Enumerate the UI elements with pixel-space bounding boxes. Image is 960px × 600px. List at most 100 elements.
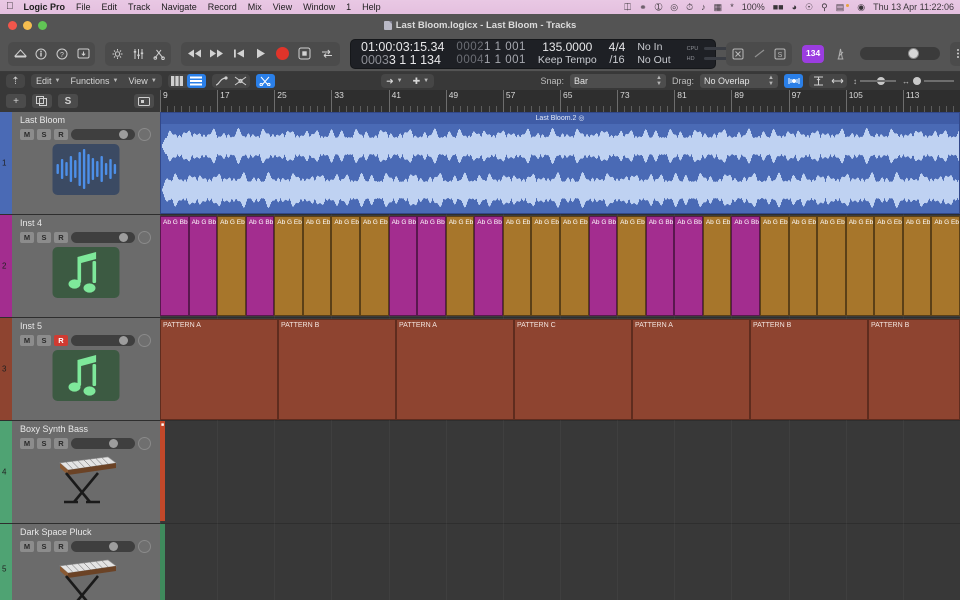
grid-view-icon[interactable] (168, 74, 187, 88)
snap-select[interactable]: Bar ▲ ▼ (569, 74, 666, 88)
lcd-position[interactable]: 3 1 1 134 (389, 53, 441, 67)
track-name[interactable]: Inst 5 (20, 321, 154, 331)
mixer-icon[interactable] (128, 44, 148, 64)
volume-knob[interactable] (119, 336, 128, 345)
volume-knob[interactable] (119, 233, 128, 242)
lcd-right-locator[interactable]: 1 1 001 (484, 54, 526, 66)
record-enable-button[interactable]: R (54, 129, 68, 140)
track-header[interactable]: 4 Boxy Synth Bass M S R (0, 421, 160, 524)
lcd-timecode-group[interactable]: 01:00:03:15.34 00033 1 1 134 (355, 40, 450, 67)
pattern-region[interactable]: PATTERN A (396, 319, 514, 420)
midi-region[interactable]: Ab G Eb (845, 216, 875, 316)
library-icon[interactable] (10, 44, 30, 64)
volume-slider[interactable] (71, 335, 135, 346)
record-enable-button[interactable]: R (54, 232, 68, 243)
midi-region[interactable]: Ab G Eb (760, 216, 789, 316)
close-button[interactable] (8, 20, 17, 30)
lcd-tempo-value[interactable]: 135.0000 (538, 40, 597, 54)
menu-item-navigate[interactable]: Navigate (161, 2, 197, 12)
airdrop-icon[interactable]: ▤ (836, 2, 845, 13)
timeline-ruler[interactable]: 9 17 25 33 41 49 57 65 73 81 89 97 105 113 (160, 90, 960, 112)
midi-region[interactable]: Ab G Eb (560, 216, 589, 316)
navigate-up-group[interactable]: ⇡ (6, 74, 25, 88)
menu-item-record[interactable]: Record (208, 2, 237, 12)
pan-knob[interactable] (138, 128, 151, 141)
lcd-position-row[interactable]: 00033 1 1 134 (361, 53, 444, 67)
inspector-icon[interactable] (31, 44, 51, 64)
solo-button[interactable]: S (37, 129, 51, 140)
midi-region[interactable]: Ab G Eb (874, 216, 903, 316)
solo-all-button[interactable]: S (58, 94, 78, 108)
record-enable-button[interactable]: R (54, 335, 68, 346)
track-name[interactable]: Boxy Synth Bass (20, 424, 154, 434)
midi-region[interactable]: Ab G Bb (160, 216, 189, 316)
midi-region[interactable]: Ab G Bb (417, 216, 446, 316)
mute-button[interactable]: M (20, 335, 34, 346)
pattern-region[interactable]: PATTERN C (514, 319, 632, 420)
lcd-left-locator[interactable]: 1 1 001 (484, 41, 526, 53)
midi-region[interactable]: Ab G Eb (931, 216, 960, 316)
midi-region[interactable]: Ab G Eb (217, 216, 246, 316)
lcd-tempo-group[interactable]: 135.0000 Keep Tempo (532, 40, 603, 66)
solo-mode-icon[interactable]: S (770, 44, 790, 64)
record-button[interactable] (272, 44, 293, 64)
keyboard-stand-icon[interactable] (46, 550, 126, 600)
headphones-icon[interactable]: ♪ (701, 2, 706, 12)
midi-region[interactable]: Ab G Bb (474, 216, 503, 316)
midi-region[interactable]: Ab G Bb (188, 216, 218, 316)
display-icon[interactable]: ▦ (714, 2, 723, 13)
solo-button[interactable]: S (37, 232, 51, 243)
track-name[interactable]: Inst 4 (20, 218, 154, 228)
apple-logo-icon[interactable]:  (6, 2, 14, 12)
solo-button[interactable]: S (37, 335, 51, 346)
pointer-tool[interactable]: ➜ ▼ (381, 74, 408, 88)
lcd-signature-group[interactable]: 4/4 /16 (603, 40, 632, 67)
editors-icon[interactable] (149, 44, 169, 64)
menubar-clock[interactable]: Thu 13 Apr 11:22:06 (873, 2, 954, 12)
user-icon[interactable]: ☉ (805, 2, 813, 13)
battery-icon[interactable]: ■■ (773, 2, 784, 12)
master-volume-slider[interactable] (860, 47, 941, 60)
midi-region[interactable]: Ab G Eb (445, 216, 475, 316)
menu-item-view[interactable]: View (273, 2, 292, 12)
menu-view[interactable]: View ▼ (123, 74, 161, 88)
vertical-zoom-slider[interactable]: ↕ (853, 77, 896, 86)
track-header[interactable]: 2 Inst 4 MSR (0, 215, 160, 318)
play-button[interactable] (250, 44, 271, 64)
capture-recording-button[interactable] (294, 44, 315, 64)
menu-item-track[interactable]: Track (128, 2, 150, 12)
mute-button[interactable]: M (20, 541, 34, 552)
midi-region[interactable]: Ab G Eb (788, 216, 818, 316)
go-to-beginning-button[interactable] (228, 44, 249, 64)
track-header[interactable]: 1 Last Bloom M S R (0, 112, 160, 215)
record-indicator-icon[interactable]: ◎ (670, 2, 678, 13)
track4-region-stub[interactable]: ■ (160, 421, 165, 521)
lcd-division[interactable]: /16 (609, 54, 626, 67)
volume-slider[interactable] (71, 232, 135, 243)
quick-help-icon[interactable]: ? (52, 44, 72, 64)
metronome-icon[interactable] (830, 44, 850, 64)
menu-item-help[interactable]: Help (362, 2, 381, 12)
midi-region[interactable]: Ab G Bb (245, 216, 275, 316)
link-regions-icon[interactable] (828, 74, 847, 88)
keyboard-stand-icon[interactable] (46, 447, 126, 507)
midi-region[interactable]: Ab G Bb (645, 216, 675, 316)
pan-knob[interactable] (138, 540, 151, 553)
menu-edit[interactable]: Edit ▼ (31, 74, 65, 88)
track-header[interactable]: 5 Dark Space Pluck M S R (0, 524, 160, 600)
bluetooth-icon[interactable]: * (730, 2, 734, 12)
midi-region[interactable]: Ab G Eb (702, 216, 732, 316)
clock-icon[interactable]: ⏱ (686, 2, 693, 13)
cycle-button[interactable] (316, 44, 337, 64)
midi-region[interactable]: Ab G Eb (617, 216, 646, 316)
track-options-icon[interactable] (134, 94, 154, 108)
lcd-midi-io-group[interactable]: No In No Out (631, 41, 676, 66)
track-header[interactable]: 3 Inst 5 MSR (0, 318, 160, 421)
track-name[interactable]: Dark Space Pluck (20, 527, 154, 537)
duplicate-track-icon[interactable] (32, 94, 52, 108)
flex-pitch-icon[interactable] (809, 74, 828, 88)
volume-knob[interactable] (119, 130, 128, 139)
flex-icon[interactable] (231, 74, 250, 88)
track-name[interactable]: Last Bloom (20, 115, 154, 125)
wifi-icon[interactable]: ◕ (792, 2, 797, 12)
